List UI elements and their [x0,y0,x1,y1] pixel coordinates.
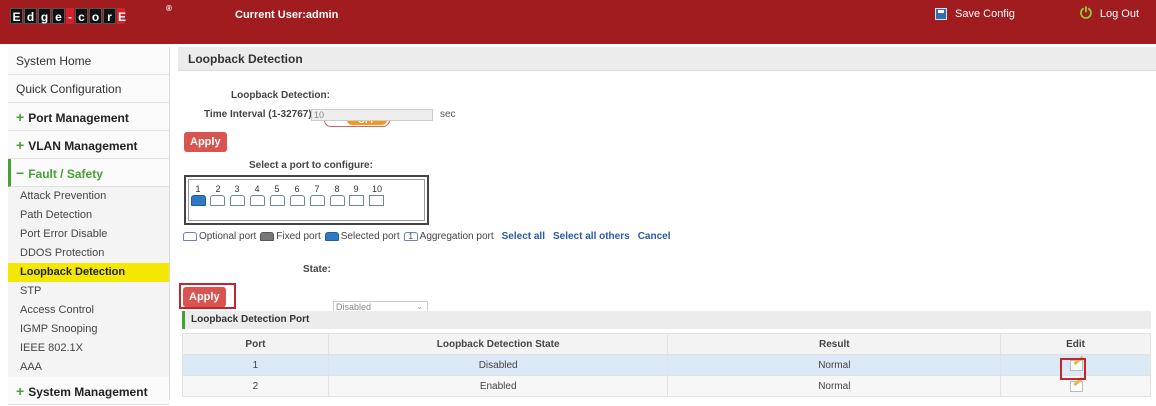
plus-icon: + [16,383,25,399]
port-number: 6 [294,184,300,194]
current-user-label: Current User:admin [235,9,339,21]
port-cell: 1 [182,354,329,376]
top-bar: Edge-corE ® Current User:admin Save Conf… [0,0,1156,44]
port-3-icon[interactable] [230,195,245,206]
time-interval-input[interactable]: 10 [311,109,433,121]
sidebar: System Home Quick Configuration + Port Ma… [8,47,170,405]
select-all-others-link[interactable]: Select all others [553,231,630,242]
port-number: 3 [234,184,240,194]
port-number: 4 [254,184,260,194]
sidebar-group-fault-safety[interactable]: − Fault / Safety [8,159,169,187]
state-cell: Enabled [327,375,669,397]
highlight-box-edit [1060,358,1086,380]
port-number: 10 [371,184,382,194]
result-cell: Normal [667,354,1002,376]
sidebar-group-label: VLAN Management [28,139,138,153]
port-9-icon[interactable] [349,195,364,206]
save-icon [935,8,947,20]
sidebar-item-aaa[interactable]: AAA [8,358,169,377]
column-header: Loopback Detection State [327,333,669,355]
minus-icon: − [16,165,25,181]
legend-selected-label: Selected port [340,231,400,242]
apply-button-port[interactable]: Apply [183,287,226,307]
table-header-row: Port Loopback Detection State Result Edi… [182,333,1151,355]
time-interval-unit: sec [440,109,456,120]
sidebar-group-label: Port Management [28,111,129,125]
page-title: Loopback Detection [178,47,1156,71]
edgecore-logo: Edge-corE ® [10,4,172,24]
column-header: Result [667,333,1002,355]
loopback-port-table: Port Loopback Detection State Result Edi… [182,333,1151,397]
sidebar-group-vlan-management[interactable]: + VLAN Management [8,131,169,159]
sidebar-item-igmp-snooping[interactable]: IGMP Snooping [8,320,169,339]
sidebar-item-loopback-detection[interactable]: Loopback Detection [8,263,169,282]
port-8-icon[interactable] [330,195,345,206]
port-4-icon[interactable] [250,195,265,206]
port-number: 8 [334,184,340,194]
sidebar-item-ddos-protection[interactable]: DDOS Protection [8,244,169,263]
legend-optional-label: Optional port [199,231,257,242]
sidebar-item-stp[interactable]: STP [8,282,169,301]
loopback-detection-label: Loopback Detection: [231,90,330,101]
main-content: Loopback Detection Loopback Detection: O… [178,47,1156,400]
optional-port-icon [183,232,197,241]
port-10-icon[interactable] [369,195,384,206]
aggregation-port-icon: 1 [403,232,418,241]
state-cell: Disabled [327,354,669,376]
port-cell: 2 [182,375,329,397]
port-number: 1 [195,184,201,194]
select-port-label: Select a port to configure: [249,160,373,171]
save-config-label: Save Config [955,8,1015,20]
port-6-icon[interactable] [290,195,305,206]
apply-button-global[interactable]: Apply [184,132,227,152]
plus-icon: + [16,137,25,153]
port-number: 5 [274,184,280,194]
sidebar-group-port-management[interactable]: + Port Management [8,103,169,131]
cancel-link[interactable]: Cancel [638,231,671,242]
port-legend: Optional port Fixed port Selected port 1… [183,231,670,242]
sidebar-item-path-detection[interactable]: Path Detection [8,206,169,225]
port-5-icon[interactable] [270,195,285,206]
power-icon: ⏻ [1080,5,1092,22]
sidebar-item-port-error-disable[interactable]: Port Error Disable [8,225,169,244]
port-2-icon[interactable] [210,195,225,206]
fixed-port-icon [260,232,275,241]
save-config-button[interactable]: Save Config [935,8,1015,20]
selected-port-icon [324,232,339,241]
port-number: 2 [215,184,221,194]
sidebar-group-system-management[interactable]: + System Management [8,377,169,405]
plus-icon: + [16,109,25,125]
port-7-icon[interactable] [310,195,325,206]
port-panel: 1 2 3 4 5 6 7 8 9 10 [184,175,429,225]
legend-aggregation-label: Aggregation port [419,231,494,242]
sidebar-group-label: System Management [28,385,148,399]
time-interval-label: Time Interval (1-32767): [204,109,315,120]
select-all-link[interactable]: Select all [502,231,545,242]
edit-icon[interactable] [1069,379,1083,392]
table-row: 2 Enabled Normal [182,375,1151,397]
sidebar-item-quick-configuration[interactable]: Quick Configuration [8,75,169,103]
state-label: State: [303,264,331,275]
sidebar-item-attack-prevention[interactable]: Attack Prevention [8,187,169,206]
section-title: Loopback Detection Port [182,311,1151,329]
port-number: 7 [314,184,320,194]
sidebar-group-label: Fault / Safety [28,167,103,181]
port-number: 9 [353,184,359,194]
logout-button[interactable]: ⏻ Log Out [1080,5,1140,22]
column-header: Edit [1000,333,1151,355]
sidebar-item-access-control[interactable]: Access Control [8,301,169,320]
column-header: Port [182,333,329,355]
sidebar-item-ieee-8021x[interactable]: IEEE 802.1X [8,339,169,358]
legend-fixed-label: Fixed port [276,231,321,242]
table-row: 1 Disabled Normal [182,354,1151,376]
sidebar-item-system-home[interactable]: System Home [8,47,169,75]
logout-label: Log Out [1099,8,1140,20]
port-1-icon[interactable] [191,195,206,206]
result-cell: Normal [667,375,1002,397]
